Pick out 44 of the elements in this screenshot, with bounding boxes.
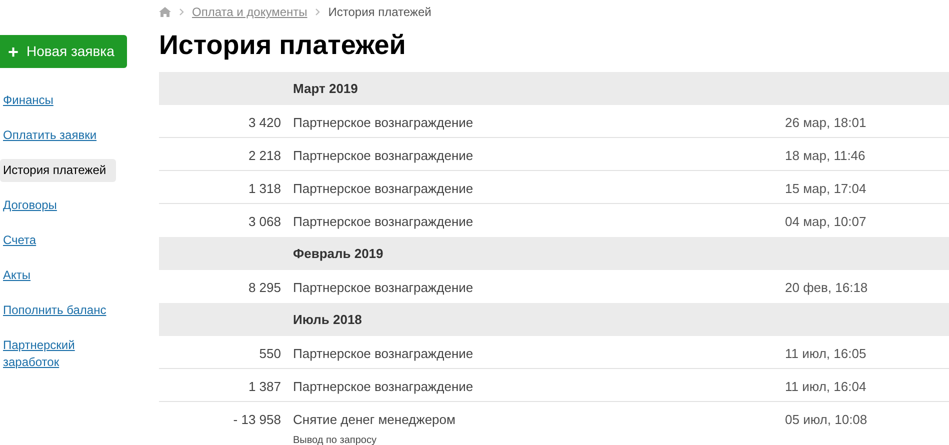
description-cell-text: Партнерское вознаграждение bbox=[293, 147, 474, 165]
description-cell-text: Партнерское вознаграждение bbox=[293, 180, 474, 198]
date-cell: 11 июл, 16:04 bbox=[785, 379, 866, 394]
description-cell-text: Снятие денег менеджером bbox=[293, 411, 456, 429]
description-cell-text: Партнерское вознаграждение bbox=[293, 378, 474, 396]
sidebar-link[interactable]: Договоры bbox=[0, 194, 110, 217]
date-cell: 26 мар, 18:01 bbox=[785, 115, 866, 130]
description-cell-text: Партнерское вознаграждение bbox=[293, 279, 474, 297]
page-title: История платежей bbox=[159, 29, 407, 62]
month-label: Июль 2018 bbox=[293, 310, 362, 329]
separator-icon bbox=[315, 8, 320, 16]
amount-cell: - 13 958 bbox=[233, 412, 281, 427]
sidebar-link[interactable]: Пополнить баланс bbox=[0, 299, 110, 322]
amount-cell: 3 068 bbox=[248, 214, 281, 229]
amount-cell: 1 318 bbox=[248, 181, 281, 196]
date-cell: 18 мар, 11:46 bbox=[785, 148, 866, 163]
sidebar-link[interactable]: Счета bbox=[0, 229, 110, 252]
breadcrumb-current: История платежей bbox=[328, 4, 432, 21]
breadcrumb-link[interactable]: Оплата и документы bbox=[192, 3, 308, 21]
date-cell: 04 мар, 10:07 bbox=[785, 214, 866, 229]
sidebar-link[interactable]: История платежей bbox=[0, 159, 116, 182]
amount-cell: 8 295 bbox=[248, 280, 281, 295]
month-label: Март 2019 bbox=[293, 80, 358, 98]
description-note: Вывод по запросу bbox=[293, 434, 376, 445]
amount-cell: 550 bbox=[259, 346, 281, 361]
new-request-button[interactable]: + Новая заявка bbox=[0, 35, 127, 68]
amount-cell: 1 387 bbox=[248, 379, 281, 394]
date-cell: 05 июл, 10:08 bbox=[785, 412, 868, 427]
date-cell: 11 июл, 16:05 bbox=[785, 346, 866, 361]
date-cell: 15 мар, 17:04 bbox=[785, 181, 866, 196]
description-cell-text: Партнерское вознаграждение bbox=[293, 213, 474, 231]
description-cell-text: Партнерское вознаграждение bbox=[293, 345, 474, 363]
sidebar-link[interactable]: Оплатить заявки bbox=[0, 124, 110, 147]
sidebar-link[interactable]: Финансы bbox=[0, 89, 110, 112]
sidebar-link[interactable]: Акты bbox=[0, 264, 110, 287]
separator-icon bbox=[179, 8, 184, 16]
date-cell: 20 фев, 16:18 bbox=[785, 280, 868, 295]
home-icon[interactable] bbox=[159, 7, 171, 17]
amount-cell: 2 218 bbox=[248, 148, 281, 163]
month-label: Февраль 2019 bbox=[293, 244, 384, 263]
plus-icon: + bbox=[8, 42, 19, 60]
description-cell-text: Партнерское вознаграждение bbox=[293, 114, 474, 132]
sidebar-link[interactable]: Партнерский заработок bbox=[0, 334, 110, 374]
amount-cell: 3 420 bbox=[248, 115, 281, 130]
